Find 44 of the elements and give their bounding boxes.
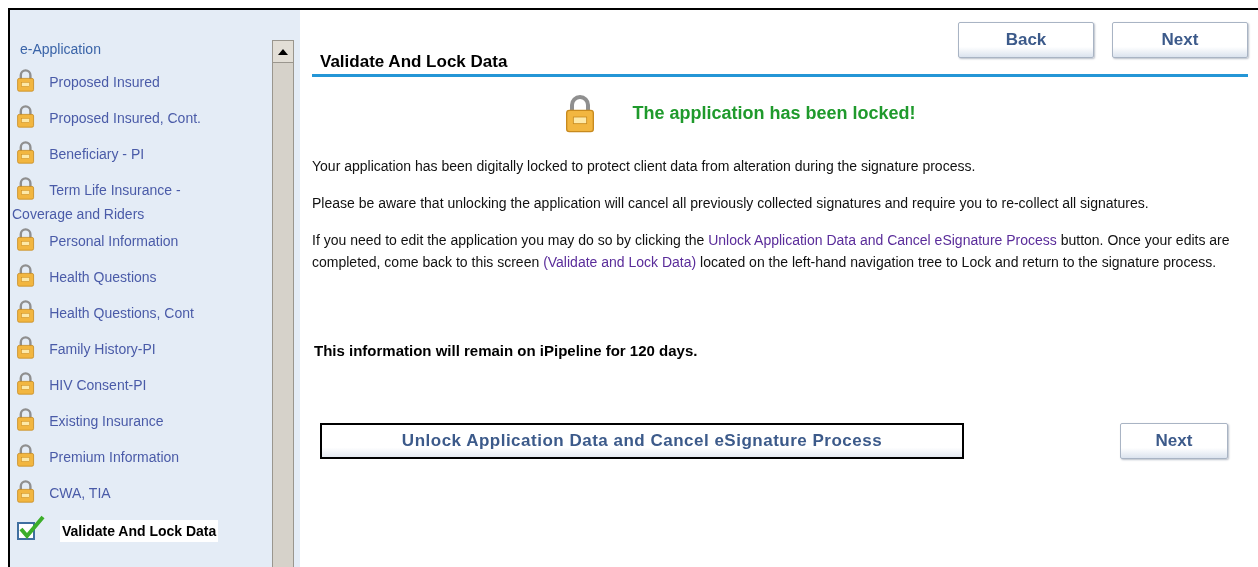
padlock-icon: [16, 140, 36, 164]
sidebar-title: e-Application: [20, 40, 102, 58]
scrollbar[interactable]: [272, 40, 294, 567]
padlock-icon: [16, 407, 36, 431]
sidebar-item[interactable]: Proposed Insured: [49, 74, 160, 90]
link[interactable]: Unlock Application Data and Cancel eSignature Process: [708, 232, 1057, 248]
sidebar-item[interactable]: Existing Insurance: [49, 413, 164, 429]
padlock-icon: [16, 371, 36, 395]
sidebar-item[interactable]: Health Questions: [49, 269, 157, 285]
padlock-icon: [16, 443, 36, 467]
sidebar-item[interactable]: Personal Information: [49, 233, 179, 249]
paragraph: If you need to edit the application you may do so by clicking the Unlock Application Data and Cancel eSignature Process button. Once your edits are completed, come back to this screen (Validate and Lock Data) located on the left-hand navigation tree to Lock and return to the signature process.: [312, 231, 1231, 272]
triangle-up-icon: [278, 48, 288, 55]
page-title: Validate And Lock Data: [320, 52, 508, 72]
sidebar-item[interactable]: Health Questions, Cont: [49, 305, 194, 321]
sidebar-item[interactable]: Family History-PI: [49, 341, 156, 357]
sidebar-item[interactable]: Proposed Insured, Cont.: [49, 110, 201, 126]
next-button[interactable]: Next: [1120, 423, 1228, 459]
sidebar-item[interactable]: Beneficiary - PI: [49, 146, 145, 162]
checkmark-icon: [16, 515, 46, 541]
sidebar-item[interactable]: Term Life Insurance -: [49, 182, 181, 198]
padlock-icon: [16, 299, 36, 323]
padlock-icon: [16, 176, 36, 200]
padlock-icon: [16, 227, 36, 251]
status-message: The application has been locked!: [632, 102, 916, 124]
sidebar-item[interactable]: CWA, TIA: [49, 485, 111, 501]
paragraph: Please be aware that unlocking the application will cancel all previously collected signatures and require you to re-collect all signatures.: [312, 194, 1150, 213]
padlock-icon: [16, 335, 36, 359]
padlock-icon: [564, 93, 597, 133]
padlock-icon: [16, 104, 36, 128]
nav-button[interactable]: Next: [1112, 22, 1248, 58]
paragraph: Your application has been digitally locked to protect client data from alteration during the signature process.: [312, 157, 977, 176]
padlock-icon: [16, 68, 36, 92]
link[interactable]: (Validate and Lock Data): [543, 254, 697, 270]
sidebar-item-continuation[interactable]: Coverage and Riders: [12, 206, 145, 222]
padlock-icon: [16, 263, 36, 287]
nav-button[interactable]: Back: [958, 22, 1094, 58]
retention-note: This information will remain on iPipeline for 120 days.: [314, 342, 699, 359]
sidebar-item[interactable]: Validate And Lock Data: [60, 520, 219, 542]
padlock-icon: [16, 479, 36, 503]
sidebar-item[interactable]: Premium Information: [49, 449, 180, 465]
sidebar-item[interactable]: HIV Consent-PI: [49, 377, 147, 393]
scroll-up-button[interactable]: [273, 41, 293, 63]
unlock-button[interactable]: Unlock Application Data and Cancel eSignature Process: [320, 423, 964, 459]
